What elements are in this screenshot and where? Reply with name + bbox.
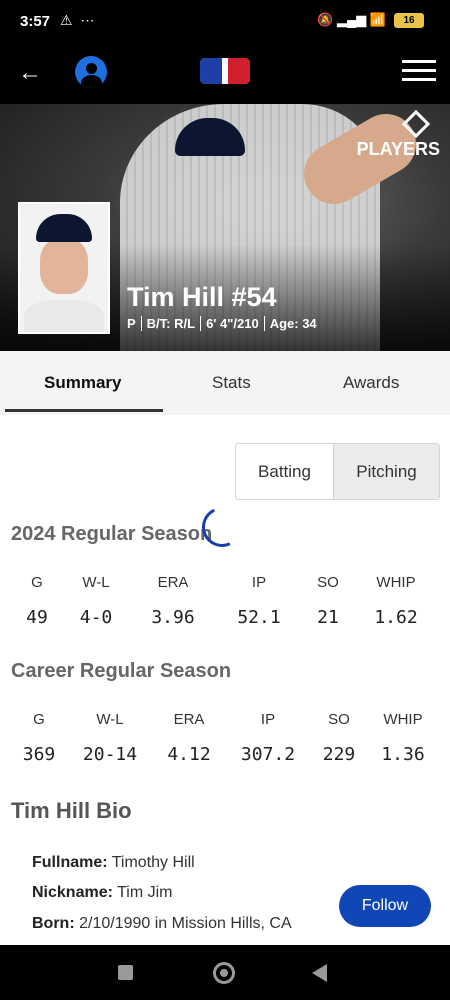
follow-button[interactable]: Follow xyxy=(339,885,431,927)
stat-header: IP xyxy=(260,711,276,728)
headshot-body xyxy=(24,300,104,332)
players-badge-text: PLAYERS xyxy=(356,139,440,159)
career-title: Career Regular Season xyxy=(11,660,232,682)
stat-value: 3.96 xyxy=(151,607,195,628)
stat-header: SO xyxy=(328,711,350,728)
diamond-icon xyxy=(401,109,431,139)
stat-value: 1.36 xyxy=(381,744,425,765)
stat-value: 229 xyxy=(322,744,356,765)
headshot-face xyxy=(40,238,88,294)
bio-title: Tim Hill Bio xyxy=(11,798,132,823)
app-header: ← xyxy=(0,44,450,104)
player-headshot xyxy=(18,202,110,334)
bio-nickname: Nickname: Tim Jim xyxy=(32,884,172,902)
back-arrow-icon[interactable]: ← xyxy=(18,58,48,88)
player-meta: P B/T: R/L 6' 4"/210 Age: 34 xyxy=(127,316,322,331)
avatar-head xyxy=(86,63,97,74)
stat-header: W-L xyxy=(82,574,110,591)
account-avatar-icon[interactable] xyxy=(75,56,107,88)
bio-fullname-value: Timothy Hill xyxy=(111,854,195,871)
player-height-weight: 6' 4"/210 xyxy=(200,316,264,331)
menu-line xyxy=(402,60,436,63)
tab-summary[interactable]: Summary xyxy=(44,373,121,393)
avatar-torso xyxy=(81,75,102,88)
pitching-button[interactable]: Pitching xyxy=(334,444,439,499)
stat-header: IP xyxy=(251,574,267,591)
bio-nickname-label: Nickname: xyxy=(32,884,113,901)
active-tab-indicator xyxy=(5,409,163,412)
battery-icon: 16 xyxy=(394,12,424,28)
hamburger-menu-icon[interactable] xyxy=(402,60,436,82)
stat-header: SO xyxy=(317,574,339,591)
stat-value: 307.2 xyxy=(240,744,296,765)
stat-header: ERA xyxy=(157,574,189,591)
player-position: P xyxy=(127,316,136,331)
stat-header: WHIP xyxy=(376,574,416,591)
stat-header: G xyxy=(31,574,43,591)
player-hero: PLAYERS xyxy=(0,104,450,351)
stat-value: 369 xyxy=(22,744,56,765)
stat-header: G xyxy=(33,711,45,728)
stat-value: 52.1 xyxy=(237,607,281,628)
player-name: Tim Hill #54 xyxy=(127,282,277,312)
player-bats-throws: B/T: R/L xyxy=(140,316,200,331)
bio-born-label: Born: xyxy=(32,915,75,932)
stat-value: 49 xyxy=(26,607,48,628)
player-age: Age: 34 xyxy=(263,316,322,331)
stat-value: 4-0 xyxy=(79,607,113,628)
mlb-players-badge: PLAYERS xyxy=(356,109,440,160)
home-icon[interactable] xyxy=(213,962,235,984)
bio-born-value: 2/10/1990 in Mission Hills, CA xyxy=(79,915,292,932)
status-right: 🔕 ▂▄▆ 📶 16 xyxy=(317,12,424,28)
bio-nickname-value: Tim Jim xyxy=(117,884,173,901)
menu-line xyxy=(402,69,436,72)
stat-header: ERA xyxy=(173,711,205,728)
nav-back-icon[interactable] xyxy=(312,964,327,982)
tab-awards[interactable]: Awards xyxy=(343,373,399,393)
stat-value: 4.12 xyxy=(167,744,211,765)
logo-red-panel xyxy=(228,58,250,84)
signal-wifi-icons: 🔕 ▂▄▆ 📶 xyxy=(317,12,386,27)
mlb-logo[interactable] xyxy=(200,58,250,84)
stat-header: WHIP xyxy=(383,711,423,728)
bio-born: Born: 2/10/1990 in Mission Hills, CA xyxy=(32,915,292,933)
notification-icons: ⚠ ⋯ xyxy=(60,12,97,28)
stat-type-toggle: Batting Pitching xyxy=(235,443,440,500)
tab-stats[interactable]: Stats xyxy=(212,373,251,393)
bio-fullname: Fullname: Timothy Hill xyxy=(32,854,195,872)
status-bar: 3:57 ⚠ ⋯ 🔕 ▂▄▆ 📶 16 xyxy=(0,0,450,44)
stat-value: 21 xyxy=(317,607,339,628)
bio-fullname-label: Fullname: xyxy=(32,854,108,871)
season-2024-title: 2024 Regular Season xyxy=(11,523,213,545)
status-time: 3:57 xyxy=(20,13,51,30)
menu-line xyxy=(402,78,436,81)
tab-bar: Summary Stats Awards xyxy=(0,351,450,415)
system-nav-bar xyxy=(0,945,450,1000)
stat-value: 20-14 xyxy=(82,744,138,765)
recents-icon[interactable] xyxy=(118,965,133,980)
batting-button[interactable]: Batting xyxy=(236,444,334,499)
stat-value: 1.62 xyxy=(374,607,418,628)
logo-blue-panel xyxy=(200,58,222,84)
stat-header: W-L xyxy=(96,711,124,728)
